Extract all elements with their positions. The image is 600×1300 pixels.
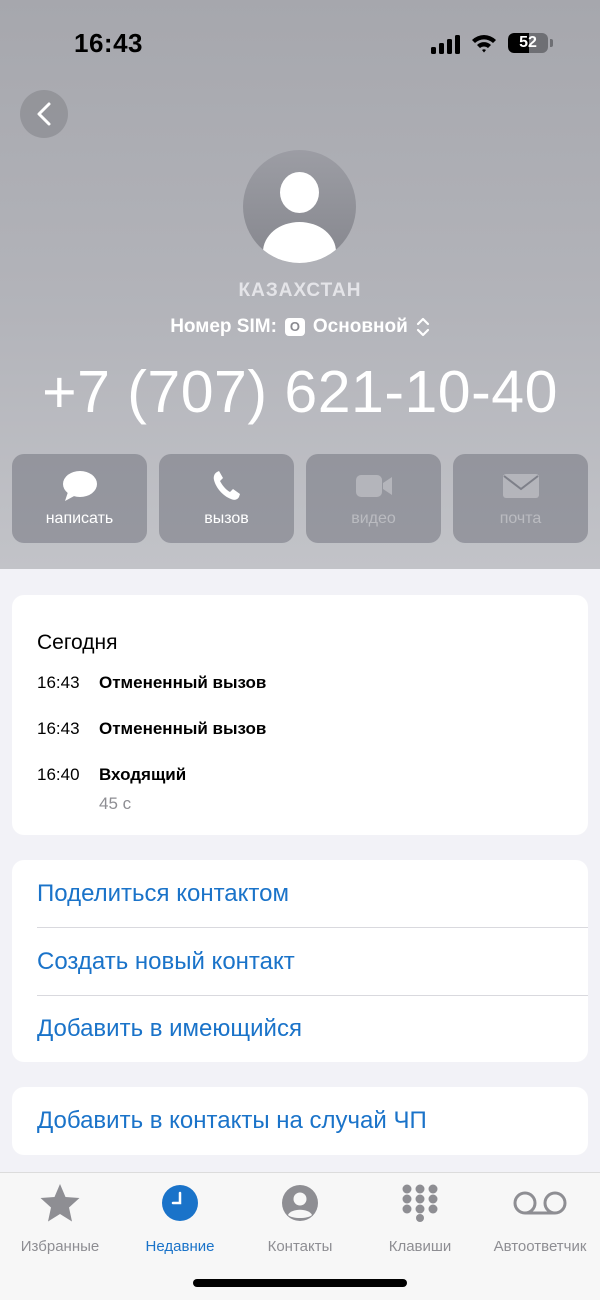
contact-actions-card: Поделиться контактом Создать новый конта… <box>12 860 588 1062</box>
list-item: 16:40 Входящий <box>37 765 186 785</box>
sim-label: Номер SIM: <box>170 316 277 337</box>
call-button[interactable]: вызов <box>159 454 294 543</box>
envelope-icon <box>502 474 539 498</box>
battery-level: 52 <box>519 34 537 51</box>
record-kind: Отмененный вызов <box>99 719 267 738</box>
voicemail-icon <box>513 1191 567 1215</box>
avatar <box>243 150 356 263</box>
phone-icon <box>213 471 240 500</box>
avatar-head <box>280 172 319 213</box>
record-duration: 45 с <box>99 794 132 813</box>
contact-country: КАЗАХСТАН <box>238 280 362 301</box>
history-title: Сегодня <box>37 631 118 654</box>
cellular-signal-icon <box>431 34 461 54</box>
record-kind: Отмененный вызов <box>99 673 267 692</box>
status-time: 16:43 <box>74 28 143 58</box>
tab-recents[interactable]: Недавние <box>120 1183 240 1255</box>
video-camera-icon <box>355 475 392 497</box>
tab-label: Автоответчик <box>493 1238 587 1255</box>
video-button[interactable]: видео <box>306 454 441 543</box>
keypad-icon <box>402 1184 438 1222</box>
back-button[interactable] <box>20 90 68 138</box>
sim-selector[interactable]: Номер SIM: O Основной <box>0 316 600 338</box>
create-contact-link[interactable]: Создать новый контакт <box>37 928 588 996</box>
home-indicator <box>193 1279 407 1287</box>
tab-label: Контакты <box>267 1238 333 1255</box>
battery-icon: 52 <box>508 33 548 53</box>
tab-keypad[interactable]: Клавиши <box>360 1183 480 1255</box>
avatar-body <box>263 222 336 263</box>
tab-favorites[interactable]: Избранные <box>0 1183 120 1255</box>
star-icon <box>40 1184 80 1222</box>
list-item: 16:43 Отмененный вызов <box>37 673 266 693</box>
battery-cap <box>550 39 553 47</box>
tab-label: Избранные <box>20 1238 100 1255</box>
mail-button[interactable]: почта <box>453 454 588 543</box>
list-item: 16:43 Отмененный вызов <box>37 719 266 739</box>
chevron-left-icon <box>37 102 51 126</box>
add-emergency-contact-link[interactable]: Добавить в контакты на случай ЧП <box>37 1087 588 1155</box>
record-time: 16:43 <box>37 673 80 692</box>
share-contact-link[interactable]: Поделиться контактом <box>37 860 588 928</box>
action-buttons: написать вызов видео почта <box>12 454 588 543</box>
clock-icon <box>162 1185 198 1221</box>
message-button[interactable]: написать <box>12 454 147 543</box>
emergency-card: Добавить в контакты на случай ЧП <box>12 1087 588 1155</box>
person-circle-icon <box>282 1185 318 1221</box>
record-time: 16:40 <box>37 765 80 784</box>
record-kind: Входящий <box>99 765 187 784</box>
tab-voicemail[interactable]: Автоответчик <box>480 1183 600 1255</box>
video-label: видео <box>351 510 396 527</box>
sim-name: Основной <box>312 316 408 337</box>
tab-label: Недавние <box>145 1238 215 1255</box>
call-history-card: Сегодня 16:43 Отмененный вызов 16:43 Отмен… <box>12 595 588 835</box>
tab-contacts[interactable]: Контакты <box>240 1183 360 1255</box>
sim-badge: O <box>284 318 305 336</box>
message-bubble-icon <box>62 471 97 501</box>
mail-label: почта <box>499 510 542 527</box>
wifi-icon <box>472 35 496 53</box>
message-label: написать <box>45 510 114 527</box>
call-label: вызов <box>204 510 249 527</box>
phone-number: +7 (707) 621-10-40 <box>42 359 558 425</box>
add-to-existing-link[interactable]: Добавить в имеющийся <box>37 995 588 1063</box>
record-time: 16:43 <box>37 719 80 738</box>
tab-label: Клавиши <box>388 1238 452 1255</box>
chevron-updown-icon <box>416 317 429 337</box>
